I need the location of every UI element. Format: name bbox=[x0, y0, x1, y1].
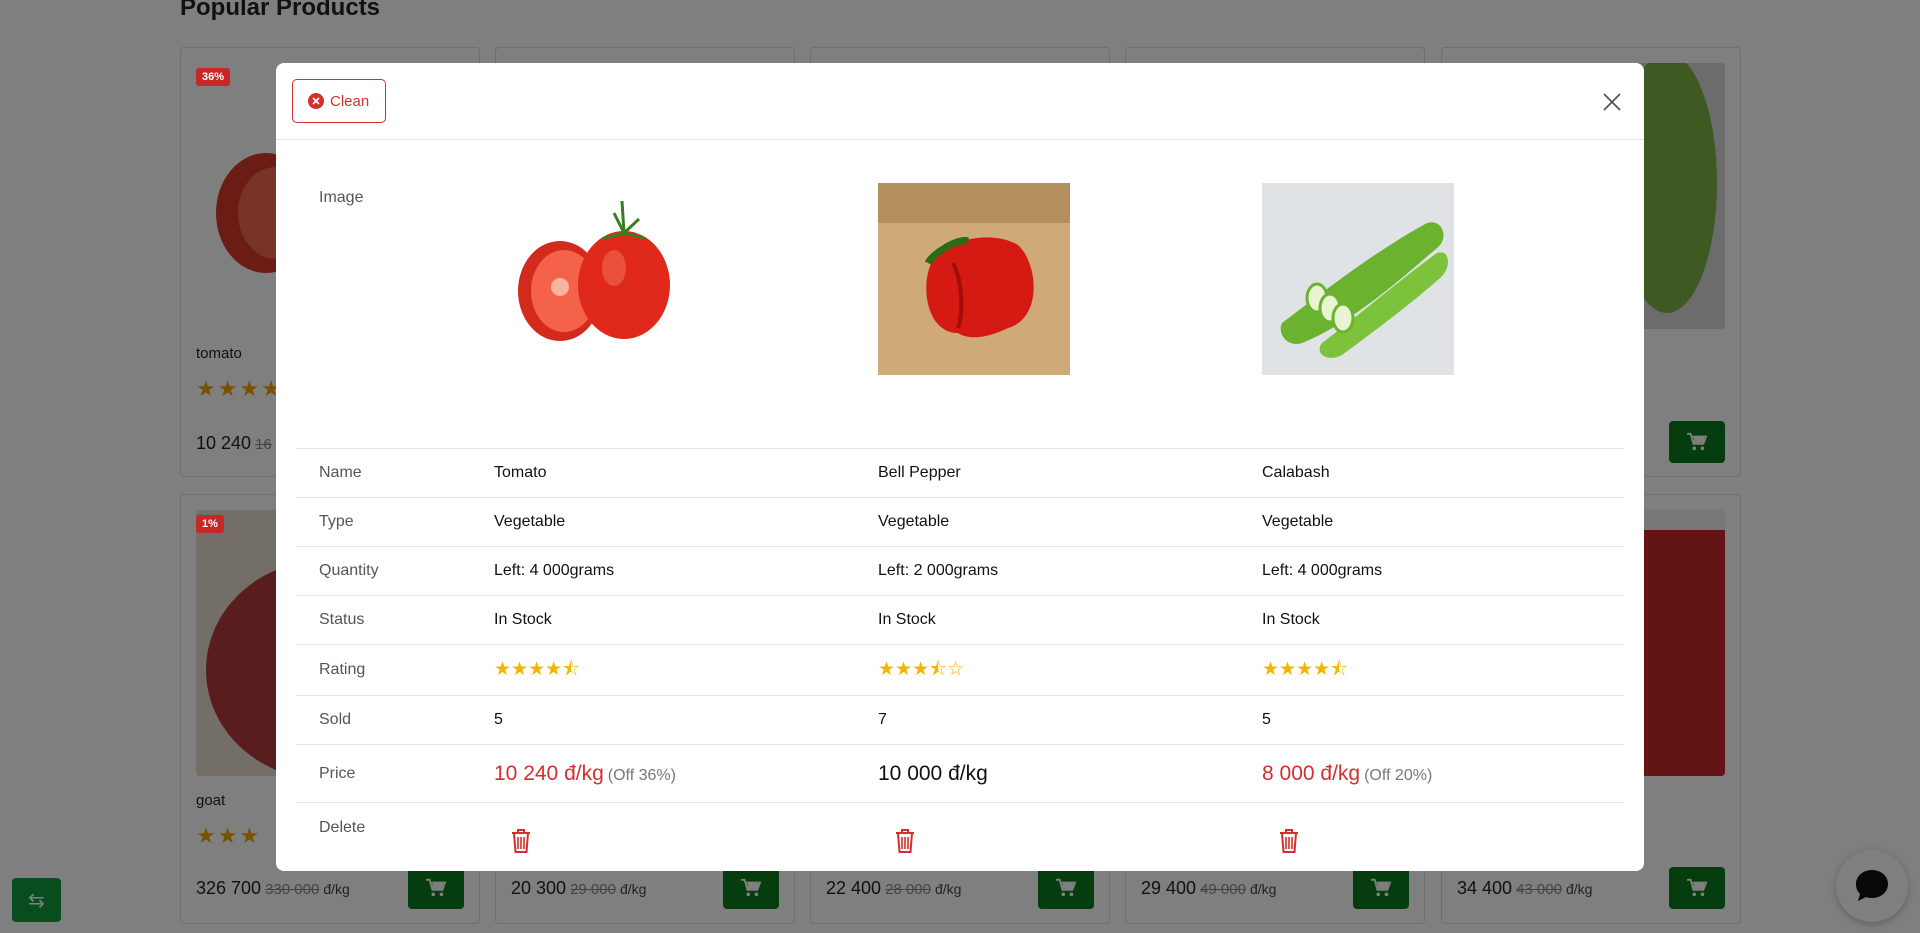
row-label: Type bbox=[319, 513, 354, 530]
product-price: 10 000 đ/kg bbox=[878, 761, 988, 785]
compare-table: Image Name Tomato Bell Pepper Calabash T… bbox=[296, 159, 1624, 871]
compare-cell bbox=[878, 803, 1262, 859]
trash-icon[interactable] bbox=[510, 829, 532, 858]
product-quantity: Left: 2 000grams bbox=[878, 562, 999, 579]
product-sold: 5 bbox=[1262, 711, 1271, 728]
clean-button[interactable]: Clean bbox=[292, 79, 387, 123]
product-type: Vegetable bbox=[1262, 513, 1334, 530]
product-name: Bell Pepper bbox=[878, 464, 961, 481]
product-status: In Stock bbox=[878, 611, 936, 628]
compare-row-type: Type Vegetable Vegetable Vegetable bbox=[296, 498, 1624, 547]
trash-icon[interactable] bbox=[894, 829, 916, 858]
row-label: Sold bbox=[319, 711, 352, 728]
product-sold: 7 bbox=[878, 711, 887, 728]
product-price: 8 000 đ/kg bbox=[1262, 761, 1361, 785]
price-discount: (Off 36%) bbox=[607, 766, 676, 784]
row-label: Status bbox=[319, 611, 365, 628]
compare-cell bbox=[1262, 803, 1624, 859]
product-type: Vegetable bbox=[494, 513, 566, 530]
compare-row-name: Name Tomato Bell Pepper Calabash bbox=[296, 449, 1624, 498]
compare-row-rating: Rating ★★★★⯪ ★★★⯪☆ ★★★★⯪ bbox=[296, 645, 1624, 696]
modal-header: Clean bbox=[276, 63, 1644, 140]
compare-cell: 10 240 đ/kg (Off 36%) bbox=[494, 762, 878, 786]
trash-icon[interactable] bbox=[1278, 829, 1300, 858]
product-status: In Stock bbox=[494, 611, 552, 628]
row-label: Name bbox=[319, 464, 362, 481]
discount-badge: 1% bbox=[196, 515, 224, 533]
compare-row-image: Image bbox=[296, 159, 1624, 449]
row-label: Price bbox=[319, 764, 356, 782]
product-status: In Stock bbox=[1262, 611, 1320, 628]
compare-row-sold: Sold 5 7 5 bbox=[296, 696, 1624, 745]
rating-stars: ★★★★⯪ bbox=[1262, 659, 1349, 680]
product-name: Calabash bbox=[1262, 464, 1330, 481]
compare-cell: 8 000 đ/kg (Off 20%) bbox=[1262, 762, 1624, 786]
product-name: Tomato bbox=[494, 464, 547, 481]
product-quantity: Left: 4 000grams bbox=[494, 562, 615, 579]
product-price: 10 240 đ/kg bbox=[494, 761, 604, 785]
compare-modal: Clean Image Name Tomato Bell Pepper Cala… bbox=[276, 63, 1644, 871]
clean-label: Clean bbox=[330, 92, 370, 110]
rating-stars: ★★★★⯪ bbox=[494, 659, 581, 680]
compare-cell: ★★★★⯪ bbox=[1262, 660, 1624, 680]
compare-cell bbox=[878, 159, 1262, 448]
product-image-tomato[interactable] bbox=[494, 183, 686, 375]
rating-stars: ★★★⯪☆ bbox=[878, 659, 965, 680]
product-quantity: Left: 4 000grams bbox=[1262, 562, 1383, 579]
price-discount: (Off 20%) bbox=[1364, 766, 1433, 784]
row-label: Delete bbox=[319, 819, 366, 836]
product-image-calabash[interactable] bbox=[1262, 183, 1454, 375]
compare-cell bbox=[494, 803, 878, 859]
row-label: Image bbox=[319, 189, 364, 206]
compare-row-price: Price 10 240 đ/kg (Off 36%) 10 000 đ/kg 8… bbox=[296, 745, 1624, 803]
compare-cell: ★★★★⯪ bbox=[494, 660, 878, 680]
compare-cell: ★★★⯪☆ bbox=[878, 660, 1262, 680]
compare-row-quantity: Quantity Left: 4 000grams Left: 2 000gra… bbox=[296, 547, 1624, 596]
row-label: Quantity bbox=[319, 562, 379, 579]
product-sold: 5 bbox=[494, 711, 503, 728]
product-image-bell-pepper[interactable] bbox=[878, 183, 1070, 375]
compare-row-delete: Delete bbox=[296, 803, 1624, 871]
compare-cell: 10 000 đ/kg bbox=[878, 762, 1262, 786]
compare-row-status: Status In Stock In Stock In Stock bbox=[296, 596, 1624, 645]
row-label: Rating bbox=[319, 661, 366, 678]
close-icon[interactable] bbox=[1600, 90, 1624, 114]
discount-badge: 36% bbox=[196, 68, 231, 86]
x-circle-icon bbox=[308, 93, 324, 109]
product-type: Vegetable bbox=[878, 513, 950, 530]
compare-cell bbox=[494, 159, 878, 448]
compare-cell bbox=[1262, 159, 1624, 448]
